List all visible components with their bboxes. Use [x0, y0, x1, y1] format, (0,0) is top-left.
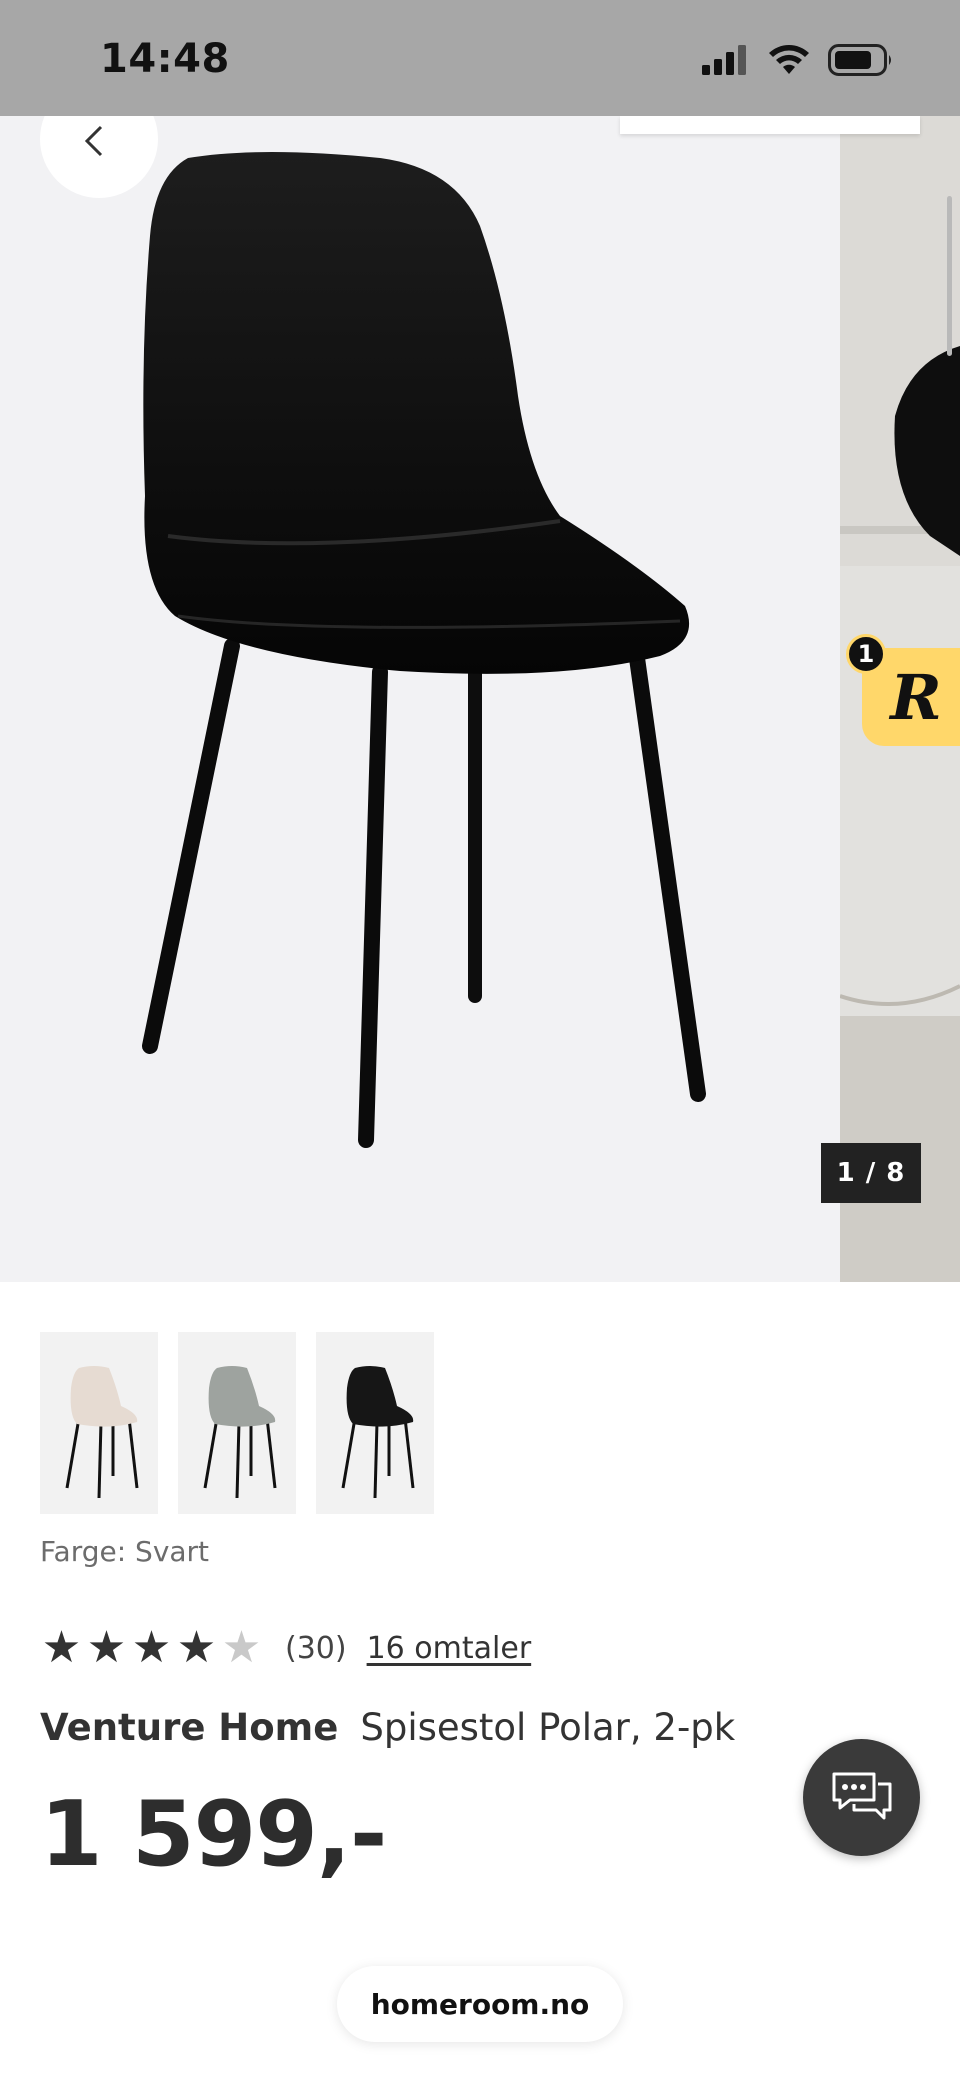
- chair-thumbnail: [341, 1366, 415, 1498]
- color-variant-list: [40, 1332, 434, 1514]
- star-filled-icon: ★: [131, 1622, 172, 1673]
- rewards-notification-badge: 1: [846, 634, 886, 674]
- star-filled-icon: ★: [41, 1622, 82, 1673]
- rating-count: (30): [285, 1630, 347, 1666]
- product-brand[interactable]: Venture Home: [40, 1706, 338, 1749]
- status-bar: 14:48: [0, 0, 960, 116]
- product-price: 1 599,-: [40, 1782, 387, 1887]
- status-time: 14:48: [100, 36, 230, 82]
- chat-bubble-icon: [832, 1772, 891, 1819]
- product-title: Venture Home Spisestol Polar, 2-pk: [40, 1706, 735, 1749]
- image-counter: 1 / 8: [821, 1143, 921, 1203]
- reviews-link[interactable]: 16 omtaler: [367, 1631, 532, 1666]
- product-name: Spisestol Polar, 2-pk: [360, 1706, 736, 1749]
- star-empty-icon: ★: [221, 1622, 262, 1673]
- browser-url-bar[interactable]: homeroom.no: [337, 1966, 623, 2042]
- chat-button[interactable]: [803, 1739, 920, 1856]
- selected-color-label: Farge: Svart: [40, 1535, 210, 1568]
- rating-row: ★ ★ ★ ★ ★ (30) 16 omtaler: [40, 1626, 531, 1670]
- star-filled-icon: ★: [176, 1622, 217, 1673]
- variant-thumbnail-grey[interactable]: [178, 1332, 296, 1514]
- star-rating: ★ ★ ★ ★ ★: [40, 1626, 263, 1670]
- variant-thumbnail-beige[interactable]: [40, 1332, 158, 1514]
- variant-thumbnail-black[interactable]: [316, 1332, 434, 1514]
- chair-image: [142, 152, 706, 1148]
- cellular-signal-icon: [702, 45, 746, 75]
- battery-icon: [828, 44, 891, 76]
- chair-thumbnail: [203, 1366, 277, 1498]
- rewards-logo: R: [890, 660, 942, 734]
- main-product-image[interactable]: [0, 116, 840, 1282]
- header-overlay-panel: [620, 116, 920, 134]
- wifi-icon: [769, 45, 809, 74]
- status-icons: [702, 44, 894, 76]
- back-arrow-icon: [84, 125, 103, 157]
- product-image-gallery[interactable]: R 1 1 / 8: [0, 116, 960, 1282]
- scroll-indicator: [947, 196, 952, 356]
- chair-thumbnail: [65, 1366, 139, 1498]
- star-filled-icon: ★: [86, 1622, 127, 1673]
